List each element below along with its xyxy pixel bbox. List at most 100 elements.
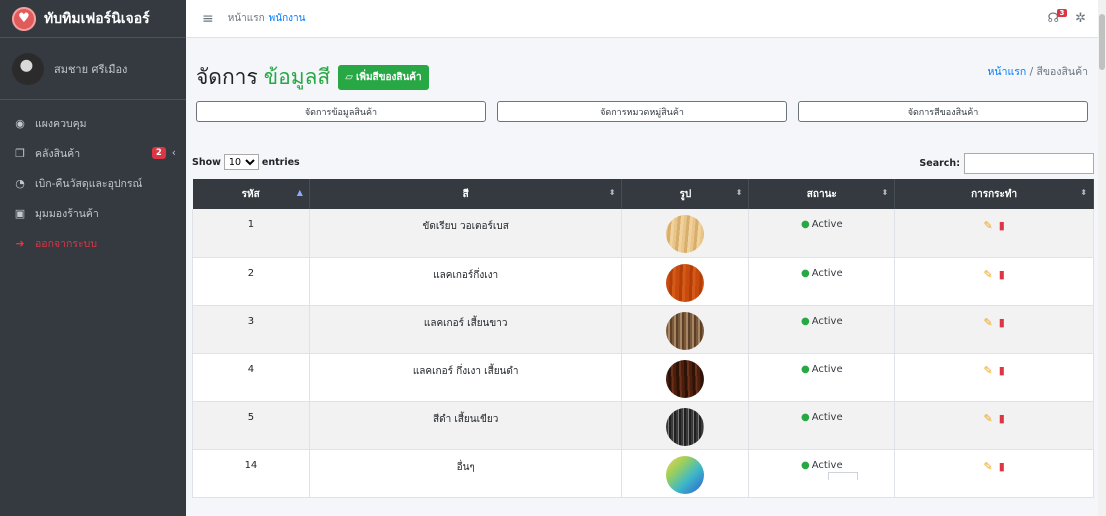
cell-color-name: สีดำ เสี้ยนเขียว [308, 401, 623, 450]
table-row: 2 แลคเกอร์กึ่งเงา ● Active ✎ ▮ [192, 257, 1094, 306]
cell-actions: ✎ ▮ [894, 257, 1094, 306]
color-swatch [666, 407, 705, 446]
trash-icon[interactable]: ▮ [999, 219, 1005, 232]
sidebar-item-warehouse[interactable]: ❐ คลังสินค้า 2 ‹ [0, 138, 186, 168]
top-link-home[interactable]: หน้าแรก [228, 11, 265, 26]
cell-status: ● Active [748, 353, 896, 402]
column-header-color[interactable]: สี ⬍ [309, 179, 623, 209]
cell-image [621, 401, 750, 450]
edit-box-icon: ▱ [345, 72, 353, 83]
topbar-actions: ☊ 3 ✲ [1048, 9, 1086, 26]
cell-status: ● Active [748, 257, 896, 306]
scrollbar[interactable] [1098, 0, 1106, 516]
column-header-label: การกระทำ [971, 188, 1018, 200]
sidebar-badge: 2 [151, 147, 166, 159]
status-toggle-icon: ● [800, 267, 810, 279]
sort-icon: ⬍ [1080, 188, 1087, 197]
comments-icon[interactable]: ☊ 3 [1048, 9, 1068, 26]
chat-badge: 3 [1056, 9, 1068, 17]
cell-image [621, 209, 750, 258]
sidebar-item-label: มุมมองร้านค้า [35, 207, 99, 220]
table-row: 1 ขัดเรียบ วอเตอร์เบส ● Active ✎ ▮ [192, 209, 1094, 258]
status-toggle-icon: ● [800, 219, 810, 230]
color-swatch [666, 359, 705, 398]
status-toggle-icon: ● [800, 459, 810, 471]
search-input[interactable] [964, 153, 1094, 174]
tab-manage-colors[interactable]: จัดการสีของสินค้า [798, 101, 1088, 122]
sort-icon: ⬍ [735, 188, 743, 197]
trash-icon[interactable]: ▮ [999, 364, 1005, 377]
sort-icon: ⬍ [608, 188, 616, 197]
heart-icon: ♥ [12, 6, 36, 31]
column-header-image[interactable]: รูป ⬍ [621, 179, 750, 209]
column-header-actions[interactable]: การกระทำ ⬍ [894, 179, 1094, 209]
tab-manage-categories[interactable]: จัดการหมวดหมู่สินค้า [497, 101, 787, 122]
trash-icon[interactable]: ▮ [999, 460, 1005, 473]
edit-icon[interactable]: ✎ [983, 460, 992, 473]
hamburger-icon[interactable]: ≡ [202, 11, 214, 27]
show-label: Show [192, 156, 221, 168]
sidebar-item-label: ออกจากระบบ [35, 237, 97, 250]
brand[interactable]: ♥ ทับทิมเฟอร์นิเจอร์ [0, 0, 186, 38]
sidebar-nav: ◉ แผงควบคุม ❐ คลังสินค้า 2 ‹ ◔ เบิก-คืนว… [0, 100, 186, 258]
edit-icon[interactable]: ✎ [983, 316, 992, 329]
dashboard-icon: ◉ [15, 116, 25, 130]
column-header-status[interactable]: สถานะ ⬍ [748, 179, 896, 209]
breadcrumb-home[interactable]: หน้าแรก [987, 66, 1026, 78]
sidebar: ♥ ทับทิมเฟอร์นิเจอร์ สมชาย ศรีเมือง ◉ แผ… [0, 0, 186, 516]
gear-icon[interactable]: ✲ [1075, 11, 1086, 26]
cell-status: ● Active [748, 305, 896, 354]
cell-id: 2 [192, 257, 310, 306]
cell-actions: ✎ ▮ [894, 353, 1094, 402]
status-text: Active [811, 459, 843, 471]
cell-actions: ✎ ▮ [894, 401, 1094, 450]
chevron-left-icon: ‹ [171, 147, 176, 159]
cell-image [621, 305, 750, 354]
status-text: Active [811, 411, 843, 423]
sidebar-item-logout[interactable]: ➜ ออกจากระบบ [0, 228, 186, 258]
status-text: Active [811, 219, 843, 230]
sidebar-item-label: แผงควบคุม [35, 117, 87, 130]
user-name: สมชาย ศรีเมือง [54, 62, 128, 76]
table-row: 5 สีดำ เสี้ยนเขียว ● Active ✎ ▮ [192, 401, 1094, 450]
status-text: Active [811, 267, 843, 279]
sidebar-item-label: เบิก-คืนวัสดุและอุปกรณ์ [35, 177, 143, 190]
scrollbar-thumb[interactable] [1099, 14, 1105, 70]
status-toggle-icon: ● [800, 411, 810, 423]
pagination-button[interactable] [828, 472, 858, 480]
trash-icon[interactable]: ▮ [999, 316, 1005, 329]
color-swatch [666, 311, 705, 350]
trash-icon[interactable]: ▮ [999, 268, 1005, 281]
color-swatch [666, 215, 705, 253]
column-header-label: สี [462, 188, 469, 200]
cell-color-name: แลคเกอร์ เสี้ยนขาว [308, 305, 623, 354]
sidebar-item-materials[interactable]: ◔ เบิก-คืนวัสดุและอุปกรณ์ [0, 168, 186, 198]
edit-icon[interactable]: ✎ [983, 219, 992, 232]
table-row: 4 แลคเกอร์ กึ่งเงา เสี้ยนดำ ● Active ✎ ▮ [192, 353, 1094, 402]
sidebar-item-dashboard[interactable]: ◉ แผงควบคุม [0, 108, 186, 138]
entries-select[interactable]: 10 [223, 154, 259, 170]
pie-chart-icon: ◔ [15, 176, 25, 190]
status-toggle-icon: ● [800, 315, 810, 327]
entries-control: Show 10 entries [192, 154, 300, 170]
trash-icon[interactable]: ▮ [999, 412, 1005, 425]
cell-color-name: แลคเกอร์ กึ่งเงา เสี้ยนดำ [308, 353, 623, 402]
entries-label: entries [261, 156, 300, 168]
edit-icon[interactable]: ✎ [983, 268, 992, 281]
cell-color-name: แลคเกอร์กึ่งเงา [308, 257, 623, 306]
cell-color-name: ขัดเรียบ วอเตอร์เบส [308, 209, 623, 258]
cell-image [621, 257, 750, 306]
sidebar-item-storefront[interactable]: ▣ มุมมองร้านค้า [0, 198, 186, 228]
table-row: 3 แลคเกอร์ เสี้ยนขาว ● Active ✎ ▮ [192, 305, 1094, 354]
edit-icon[interactable]: ✎ [983, 364, 992, 377]
edit-icon[interactable]: ✎ [983, 412, 992, 425]
brand-name: ทับทิมเฟอร์นิเจอร์ [44, 10, 150, 27]
column-header-id[interactable]: รหัส ▲ [192, 179, 310, 209]
tab-manage-products[interactable]: จัดการข้อมูลสินค้า [196, 101, 486, 122]
add-color-button[interactable]: ▱ เพิ่มสีของสินค้า [338, 65, 429, 90]
sign-out-icon: ➜ [15, 236, 25, 250]
table-row: 14 อื่นๆ ● Active ✎ ▮ [192, 449, 1094, 498]
top-link-staff[interactable]: พนักงาน [269, 11, 306, 26]
user-panel[interactable]: สมชาย ศรีเมือง [0, 38, 186, 100]
status-text: Active [811, 363, 843, 375]
